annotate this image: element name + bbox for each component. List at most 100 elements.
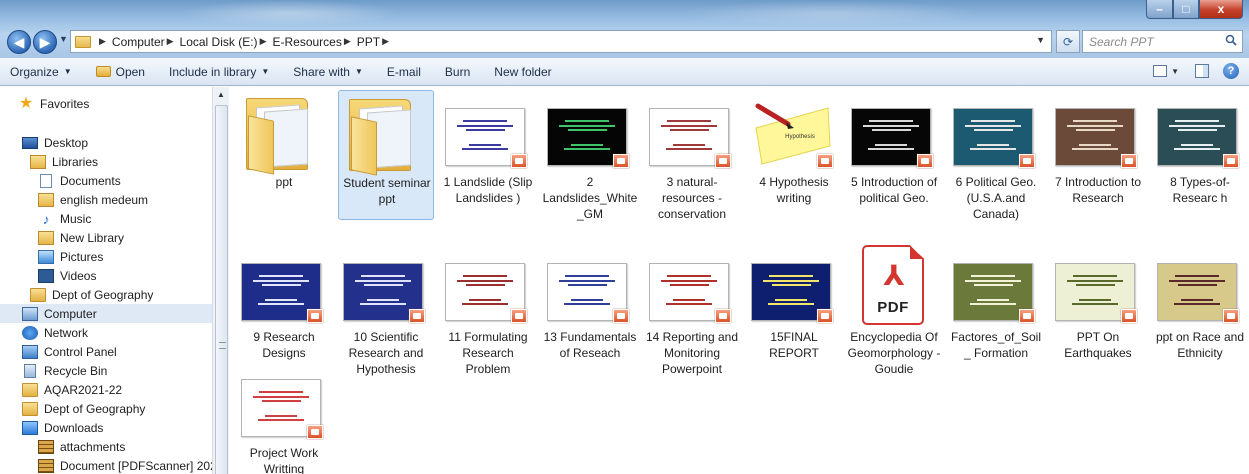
new-folder-button[interactable]: New folder bbox=[494, 65, 551, 79]
close-button[interactable]: x bbox=[1199, 0, 1243, 19]
file-item[interactable]: 10 Scientific Research and Hypothesis bbox=[338, 245, 434, 376]
help-icon[interactable]: ? bbox=[1223, 63, 1239, 79]
powerpoint-icon bbox=[307, 425, 323, 439]
sidebar-item-pictures[interactable]: Pictures bbox=[38, 247, 103, 266]
chevron-right-icon[interactable]: ▶ bbox=[344, 36, 351, 47]
file-item[interactable]: Project Work Writting bbox=[236, 361, 332, 474]
command-bar: Organize ▼ Open Include in library ▼ Share… bbox=[0, 58, 1249, 86]
sidebar-item-documents[interactable]: Documents bbox=[38, 171, 121, 190]
scroll-up-icon[interactable]: ▲ bbox=[217, 90, 225, 99]
chevron-right-icon[interactable]: ▶ bbox=[167, 36, 174, 47]
breadcrumb-e-resources[interactable]: E-Resources bbox=[272, 35, 341, 49]
breadcrumb-local-disk[interactable]: Local Disk (E:) bbox=[180, 35, 258, 49]
file-item[interactable]: 1 Landslide (Slip Landslides ) bbox=[440, 90, 536, 220]
sidebar-item-videos[interactable]: Videos bbox=[38, 266, 96, 285]
file-name: 2 Landslides_White _GM bbox=[542, 175, 638, 221]
sidebar-item-music[interactable]: ♪ Music bbox=[38, 209, 92, 228]
organize-menu[interactable]: Organize ▼ bbox=[10, 65, 72, 79]
change-view-icon[interactable] bbox=[1153, 65, 1168, 77]
open-label: Open bbox=[115, 64, 145, 79]
archive-icon bbox=[38, 458, 54, 473]
chevron-right-icon[interactable]: ▶ bbox=[260, 36, 267, 47]
email-button[interactable]: E-mail bbox=[387, 65, 421, 79]
computer-icon bbox=[22, 306, 38, 321]
file-item[interactable]: 15FINAL REPORT bbox=[746, 245, 842, 375]
file-item[interactable]: 5 Introduction of political Geo. bbox=[846, 90, 942, 220]
file-item[interactable]: PPT On Earthquakes bbox=[1050, 245, 1146, 375]
file-item[interactable]: 9 Research Designs bbox=[236, 245, 332, 375]
scrollbar-thumb[interactable] bbox=[215, 105, 228, 474]
file-item[interactable]: ⅄ PDF Encyclopedia Of Geomorphology - Goud… bbox=[846, 245, 942, 376]
sidebar-item-label: Music bbox=[60, 211, 92, 226]
file-item[interactable]: 13 Fundamentals of Reseach bbox=[542, 245, 638, 375]
documents-icon bbox=[40, 173, 52, 188]
file-item[interactable]: 2 Landslides_White _GM bbox=[542, 90, 638, 221]
include-label: Include in library bbox=[168, 64, 257, 79]
file-view: ppt Student seminar ppt 1 Landslide (Slip … bbox=[230, 87, 1249, 474]
powerpoint-icon bbox=[817, 309, 833, 323]
nav-scrollbar[interactable]: ▲ bbox=[212, 87, 229, 474]
chevron-right-icon: ▶ bbox=[99, 36, 106, 46]
sidebar-item-label: Pictures bbox=[60, 249, 104, 264]
file-item[interactable]: ppt bbox=[236, 90, 332, 220]
file-item[interactable]: 11 Formulating Research Problem bbox=[440, 245, 536, 376]
file-item[interactable]: Hypothesis 4 Hypothesis writing bbox=[746, 90, 842, 220]
file-item[interactable]: Factores_of_Soil_ Formation bbox=[948, 245, 1044, 375]
powerpoint-icon bbox=[409, 309, 425, 323]
refresh-button[interactable]: ⟳ bbox=[1056, 30, 1080, 53]
powerpoint-icon bbox=[715, 309, 731, 323]
sidebar-item-computer[interactable]: Computer bbox=[0, 304, 212, 323]
sidebar-item-label: Dept of Geography bbox=[44, 401, 146, 416]
preview-pane-icon[interactable] bbox=[1195, 64, 1209, 78]
file-item[interactable]: 14 Reporting and Monitoring Powerpoint bbox=[644, 245, 740, 376]
file-name: 14 Reporting and Monitoring Powerpoint bbox=[645, 330, 739, 376]
powerpoint-icon bbox=[1019, 309, 1035, 323]
forward-button[interactable]: ▶ bbox=[33, 30, 57, 54]
search-icon[interactable] bbox=[1225, 34, 1237, 46]
file-name: 9 Research Designs bbox=[253, 330, 315, 360]
sidebar-item-libraries[interactable]: Libraries bbox=[30, 152, 98, 171]
sidebar-item-recycle-bin[interactable]: Recycle Bin bbox=[22, 361, 107, 380]
chevron-down-icon: ▼ bbox=[261, 67, 270, 76]
address-bar[interactable]: ▶ Computer ▶ Local Disk (E:) ▶ E-Resourc… bbox=[70, 30, 1052, 53]
file-item[interactable]: 3 natural-resources -conservation bbox=[644, 90, 740, 221]
sidebar-item-label: Libraries bbox=[52, 154, 99, 169]
sidebar-item-label: Computer bbox=[44, 306, 97, 321]
sidebar-item-favorites[interactable]: ★ Favorites bbox=[18, 94, 90, 113]
sidebar-item-english-medeum[interactable]: english medeum bbox=[38, 190, 148, 209]
file-item[interactable]: ppt on Race and Ethnicity bbox=[1152, 245, 1248, 375]
sidebar-item-desktop[interactable]: Desktop bbox=[22, 133, 88, 152]
chevron-down-icon[interactable]: ▼ bbox=[1171, 67, 1179, 76]
sidebar-item-network[interactable]: Network bbox=[22, 323, 88, 342]
back-button[interactable]: ◀ bbox=[7, 30, 31, 54]
include-in-library-menu[interactable]: Include in library ▼ bbox=[169, 65, 269, 79]
sidebar-item-control-panel[interactable]: Control Panel bbox=[22, 342, 117, 361]
burn-button[interactable]: Burn bbox=[445, 65, 470, 79]
folder-icon bbox=[22, 401, 38, 416]
file-item[interactable]: 6 Political Geo.(U.S.A.and Canada) bbox=[948, 90, 1044, 221]
open-button[interactable]: Open bbox=[95, 64, 145, 79]
file-name: 11 Formulating Research Problem bbox=[448, 330, 528, 376]
sidebar-item-dept-of-geography[interactable]: Dept of Geography bbox=[22, 399, 145, 418]
sidebar-item-dept-of-geography[interactable]: Dept of Geography bbox=[30, 285, 153, 304]
sidebar-item-attachments[interactable]: attachments bbox=[38, 437, 125, 456]
grip-icon bbox=[219, 342, 226, 349]
sidebar-item-new-library[interactable]: New Library bbox=[38, 228, 124, 247]
chevron-right-icon[interactable]: ▶ bbox=[382, 36, 389, 47]
search-input[interactable]: Search PPT bbox=[1082, 30, 1243, 53]
file-item[interactable]: Student seminar ppt bbox=[338, 90, 434, 220]
sidebar-item-aqar2021-22[interactable]: AQAR2021-22 bbox=[22, 380, 122, 399]
recycle-bin-icon bbox=[24, 363, 36, 378]
minimize-button[interactable]: – bbox=[1146, 0, 1173, 19]
share-with-menu[interactable]: Share with ▼ bbox=[293, 65, 363, 79]
breadcrumb-computer[interactable]: Computer bbox=[112, 35, 165, 49]
maximize-button[interactable]: □ bbox=[1173, 0, 1199, 19]
address-dropdown-icon[interactable]: ▼ bbox=[1036, 35, 1045, 45]
sidebar-item-document-pdfscanner-2021-1[interactable]: Document [PDFScanner] 2021-1 bbox=[38, 456, 212, 474]
recent-pages-dropdown[interactable]: ▼ bbox=[59, 34, 68, 44]
breadcrumb-ppt[interactable]: PPT bbox=[357, 35, 380, 49]
file-name: 13 Fundamentals of Reseach bbox=[543, 330, 637, 360]
file-item[interactable]: 7 Introduction to Research bbox=[1050, 90, 1146, 220]
file-item[interactable]: 8 Types-of-Researc h bbox=[1152, 90, 1248, 220]
sidebar-item-downloads[interactable]: Downloads bbox=[22, 418, 103, 437]
